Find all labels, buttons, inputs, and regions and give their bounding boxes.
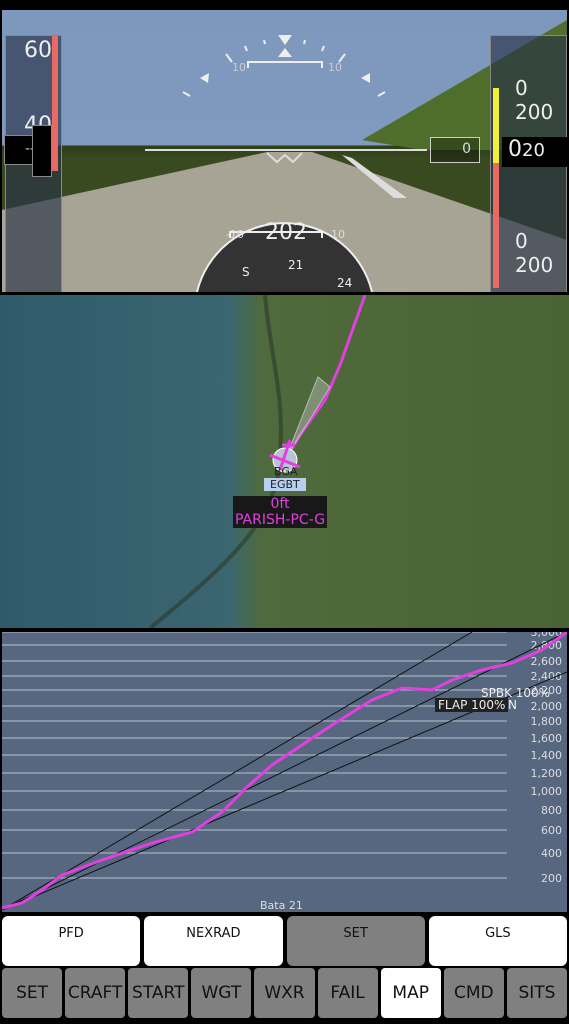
tab-set[interactable]: SET [286, 916, 425, 966]
vertical-speed-bug: 0 [430, 137, 480, 163]
outside-view [2, 20, 567, 292]
y-tick-label: 400 [541, 847, 562, 860]
craft-button[interactable]: CRAFT [65, 968, 126, 1018]
heading-label: -10 [327, 228, 345, 241]
airspeed-tick: 60 [24, 38, 52, 63]
y-tick-label: 1,200 [531, 767, 563, 780]
set-button[interactable]: SET [2, 968, 63, 1018]
tab-gls[interactable]: GLS [428, 916, 567, 966]
compass-label: 24 [337, 276, 353, 290]
cmd-button[interactable]: CMD [443, 968, 504, 1018]
roll-pointer-icon [278, 35, 292, 45]
y-tick-label: 2,600 [531, 655, 563, 668]
sits-button[interactable]: SITS [506, 968, 567, 1018]
pitch-label: 10 [328, 61, 342, 74]
y-tick-label: 800 [541, 804, 562, 817]
tab-nexrad[interactable]: NEXRAD [144, 916, 283, 966]
heading-readout: 202 [265, 220, 307, 245]
runway-label: Bata 21 [260, 899, 303, 912]
wgt-button[interactable]: WGT [191, 968, 252, 1018]
glide-slope-line [2, 632, 567, 911]
altitude-tick: 0 200 [515, 76, 554, 124]
marker: N [508, 698, 517, 712]
y-tick-label: 600 [541, 824, 562, 837]
moving-map[interactable]: BGA EGBT 0ft PARISH-PC-G [0, 295, 569, 628]
y-tick-label: 200 [541, 872, 562, 885]
altitude-drum: 20 [522, 140, 545, 161]
aircraft-label: 0ft PARISH-PC-G [233, 496, 328, 528]
vertical-profile: 200 400 600 800 1,000 1,200 1,400 1,600 1,800 2,0… [2, 632, 567, 912]
y-tick-label: 1,600 [531, 732, 563, 745]
flap-marker: FLAP 100% [435, 698, 509, 712]
y-tick-label: 1,400 [531, 749, 563, 762]
y-tick-label: 1,000 [531, 785, 563, 798]
heading-label: -10 [226, 228, 244, 241]
waypoint-label: BGA [274, 465, 298, 478]
compass-label: 21 [288, 258, 304, 272]
map-button[interactable]: MAP [380, 968, 441, 1018]
altitude-tick: 0 200 [515, 229, 554, 277]
y-tick-label: 2,000 [531, 700, 563, 713]
airport-label: EGBT [264, 478, 306, 491]
pitch-label: 10 [232, 61, 246, 74]
primary-flight-display: 10 10 60 40 -- 0 200 0 200 0 020 202 -10… [2, 10, 567, 292]
start-button[interactable]: START [128, 968, 189, 1018]
y-tick-label: 1,800 [531, 715, 563, 728]
altitude-readout: 020 [502, 137, 567, 167]
tab-pfd[interactable]: PFD [2, 916, 141, 966]
wxr-button[interactable]: WXR [254, 968, 315, 1018]
fail-button[interactable]: FAIL [317, 968, 378, 1018]
glide-slope-line [2, 632, 473, 911]
compass-label: S [242, 265, 250, 279]
